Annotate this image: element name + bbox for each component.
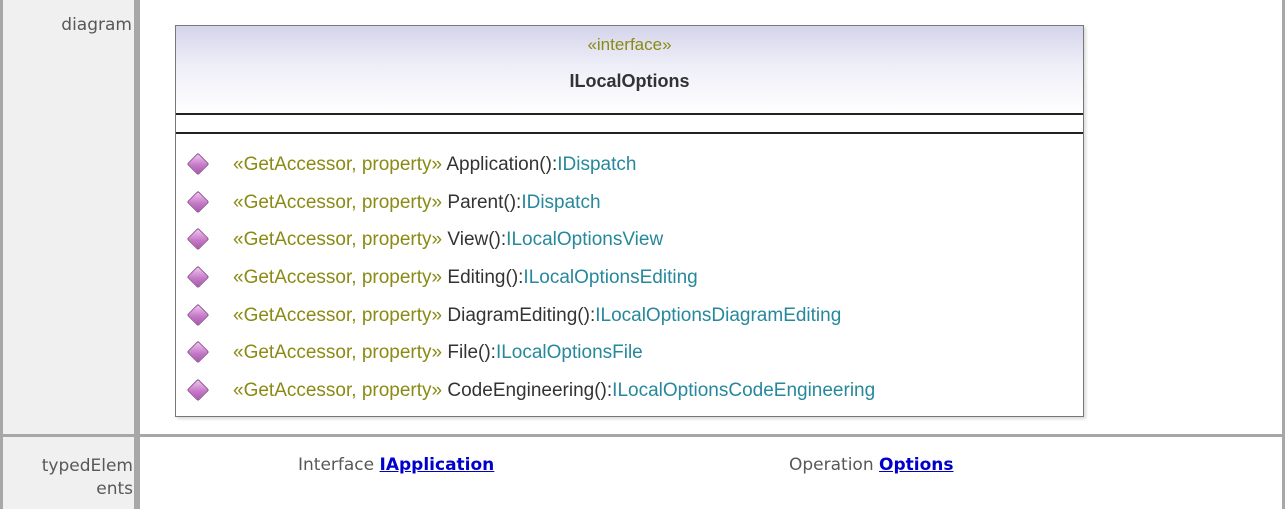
operations-compartment: «GetAccessor, property» Application():ID…: [176, 146, 1083, 410]
operation-name: Parent(): [447, 191, 517, 213]
operation-signature: «GetAccessor, property» DiagramEditing()…: [233, 297, 841, 335]
operation-signature: «GetAccessor, property» Application():ID…: [233, 146, 636, 184]
operation-return-type: ILocalOptionsCodeEngineering: [612, 380, 876, 402]
operation-name: Application(): [446, 154, 552, 175]
documentation-table: diagram «interface» ILocalOptions «GetAc…: [0, 0, 1285, 509]
interface-stereotype: «interface»: [587, 35, 672, 54]
operation-row[interactable]: «GetAccessor, property» View():ILocalOpt…: [176, 221, 1083, 259]
public-operation-icon: [186, 341, 210, 364]
operation-return-type: ILocalOptionsDiagramEditing: [595, 304, 842, 326]
operation-name: CodeEngineering(): [447, 380, 607, 402]
operation-stereotype: «GetAccessor, property»: [233, 342, 443, 364]
uml-class-header: «interface» ILocalOptions: [176, 26, 1083, 115]
public-operation-icon: [186, 303, 210, 327]
public-operation-icon: [186, 228, 210, 251]
operation-name: DiagramEditing(): [447, 304, 590, 326]
operation-stereotype: «GetAccessor, property»: [233, 304, 443, 326]
typed-element-operation: Operation Options: [789, 455, 954, 475]
operation-name: Editing(): [447, 267, 519, 289]
typed-elements-label-text: typedElem ents: [41, 456, 133, 499]
operation-row[interactable]: «GetAccessor, property» CodeEngineering(…: [176, 372, 1083, 410]
iapplication-link[interactable]: IApplication: [380, 455, 495, 475]
operation-stereotype: «GetAccessor, property»: [233, 267, 443, 289]
operation-return-type: ILocalOptionsFile: [495, 342, 643, 364]
diagram-label-text: diagram: [61, 15, 132, 35]
attributes-compartment: [176, 115, 1083, 134]
operation-stereotype: «GetAccessor, property»: [233, 191, 443, 213]
uml-class-box[interactable]: «interface» ILocalOptions «GetAccessor, …: [175, 25, 1084, 417]
diagram-row-label: diagram: [0, 0, 140, 437]
public-operation-icon: [186, 378, 210, 402]
operation-return-type: IDispatch: [557, 154, 637, 175]
operation-row[interactable]: «GetAccessor, property» Application():ID…: [176, 146, 1083, 184]
public-operation-icon: [186, 152, 210, 176]
operation-row[interactable]: «GetAccessor, property» Parent():IDispat…: [176, 184, 1083, 222]
options-link[interactable]: Options: [879, 455, 953, 475]
operation-stereotype: «GetAccessor, property»: [233, 154, 443, 175]
class-name: ILocalOptions: [569, 71, 690, 91]
typed-element-kind: Operation: [789, 455, 874, 475]
typed-element-kind: Interface: [298, 455, 375, 475]
operation-row[interactable]: «GetAccessor, property» File():ILocalOpt…: [176, 334, 1083, 372]
operation-name: View(): [447, 229, 501, 251]
typed-element-interface: Interface IApplication: [298, 455, 494, 475]
operation-name: File(): [447, 342, 491, 364]
operation-signature: «GetAccessor, property» File():ILocalOpt…: [233, 334, 643, 372]
operation-row[interactable]: «GetAccessor, property» Editing():ILocal…: [176, 259, 1083, 297]
public-operation-icon: [186, 265, 210, 289]
operation-signature: «GetAccessor, property» View():ILocalOpt…: [233, 221, 663, 259]
diagram-row: diagram «interface» ILocalOptions «GetAc…: [0, 0, 1285, 437]
operation-stereotype: «GetAccessor, property»: [233, 380, 443, 402]
typed-elements-row: typedElem ents Interface IApplication Op…: [0, 437, 1285, 509]
operation-return-type: ILocalOptionsView: [506, 229, 664, 251]
operation-signature: «GetAccessor, property» Editing():ILocal…: [233, 259, 698, 297]
operation-signature: «GetAccessor, property» Parent():IDispat…: [233, 184, 601, 222]
operation-row[interactable]: «GetAccessor, property» DiagramEditing()…: [176, 297, 1083, 335]
operation-signature: «GetAccessor, property» CodeEngineering(…: [233, 372, 875, 410]
operation-return-type: ILocalOptionsEditing: [523, 267, 698, 289]
operation-stereotype: «GetAccessor, property»: [233, 229, 443, 251]
public-operation-icon: [186, 190, 210, 214]
typed-elements-label: typedElem ents: [0, 437, 140, 509]
operation-return-type: IDispatch: [521, 191, 601, 213]
